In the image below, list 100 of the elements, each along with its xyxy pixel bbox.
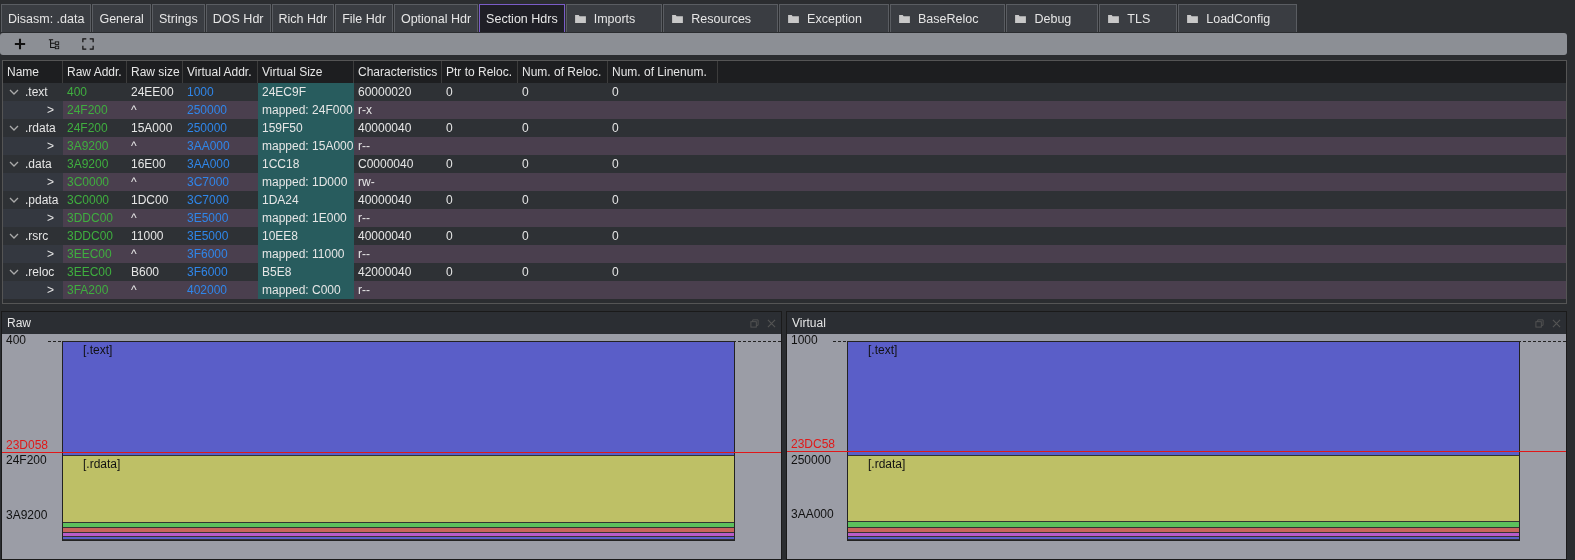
table-cell-text: .text [25,84,48,101]
section-block[interactable] [848,533,1519,537]
section-label: [.text] [868,343,898,357]
tab[interactable]: File Hdr [335,4,393,32]
table-cell: ^ [131,283,137,297]
table-cell: mapped: 1E000 [262,211,347,225]
table-cell: 402000 [187,283,228,297]
section-block[interactable] [63,523,734,528]
collapse-icon[interactable] [9,231,19,241]
table-cell: ^ [131,211,137,225]
table-cell: 40000040 [358,121,412,135]
collapse-icon[interactable] [9,267,19,277]
table-cell: 3E5000 [187,229,229,243]
cursor-offset-label: 23DC58 [791,438,836,452]
table-cell: > [47,175,54,189]
section-block[interactable]: [.text] [848,342,1519,456]
table-cell: 42000040 [358,265,412,279]
table-cell: 3E5000 [187,211,229,225]
table-cell: 400 [67,85,88,99]
table-cell: ^ [131,247,137,261]
collapse-icon[interactable] [9,87,19,97]
section-block[interactable]: [.rdata] [63,456,734,524]
folder-icon [899,14,910,23]
section-block[interactable]: [.text] [63,342,734,457]
table-cell: 0 [522,229,529,243]
collapse-icon[interactable] [9,159,19,169]
table-cell: 3DDC00 [67,211,114,225]
table-cell-text: .data [25,156,52,173]
offset-label: 250000 [791,453,832,467]
folder-icon [1108,14,1120,23]
table-cell: mapped: 24F000 [262,103,353,117]
tab[interactable]: TLS [1099,4,1178,32]
section-block[interactable] [63,536,734,540]
section-block[interactable] [63,533,734,537]
table-cell: rw- [358,175,375,189]
table-cell: r-- [358,211,370,225]
section-block[interactable] [848,522,1519,528]
table-cell: 1CC18 [262,157,300,171]
tab[interactable]: DOS Hdr [205,4,271,32]
table-cell: 3F6000 [187,265,228,279]
tab[interactable]: Disasm: .data [1,4,92,32]
tree-icon[interactable] [48,38,60,50]
tab[interactable]: LoadConfig [1178,4,1298,32]
offset-label: 3AA000 [791,508,834,522]
table-cell: > [47,103,54,117]
table-cell: 0 [612,229,619,243]
table-cell: 0 [522,193,529,207]
table-cell: ^ [131,175,137,189]
table-cell: 11000 [131,229,164,243]
tab[interactable]: Strings [151,4,205,32]
tab[interactable]: BaseReloc [890,4,1006,32]
table-cell: 3C7000 [187,193,230,207]
table-cell: 3C0000 [67,193,110,207]
table-cell: B600 [131,265,160,279]
expand-icon[interactable] [82,38,94,50]
offset-label: 3A9200 [6,509,48,523]
table-cell: 0 [612,193,619,207]
tab[interactable]: Rich Hdr [271,4,335,32]
table-cell: 3AA000 [187,139,230,153]
table-cell: 0 [612,157,619,171]
cursor-offset-label: 23D058 [6,438,49,452]
table-cell: 10EE8 [262,229,299,243]
tab[interactable]: Debug [1006,4,1099,32]
collapse-icon[interactable] [9,195,19,205]
offset-label: 24F200 [6,454,47,468]
collapse-icon[interactable] [9,123,19,133]
tab[interactable]: General [92,4,151,32]
section-block[interactable] [848,536,1519,540]
tab[interactable]: Imports [565,4,663,32]
panel-title: Virtual [792,316,826,330]
section-block[interactable]: [.rdata] [848,455,1519,523]
table-cell: 3EEC00 [67,265,112,279]
panel-title: Raw [7,316,31,330]
table-cell: C0000040 [358,157,414,171]
table-cell: 0 [612,121,619,135]
table-cell: r-- [358,283,370,297]
table-cell: 1DC00 [131,193,169,207]
section-label: [.text] [83,343,113,357]
table-cell: 24F200 [67,121,108,135]
table-cell: r-x [358,103,372,117]
tab[interactable]: Exception [779,4,889,32]
table-cell: > [47,139,54,153]
table-cell: 0 [522,157,529,171]
table-cell: 0 [446,193,453,207]
folder-icon [1187,14,1199,23]
offset-label: 1000 [791,334,818,347]
table-cell: 24EE00 [131,85,174,99]
tab[interactable]: Section Hdrs [479,4,565,32]
tab[interactable]: Resources [663,4,779,32]
table-cell: 24EC9F [262,85,307,99]
table-cell: 250000 [187,103,228,117]
table-cell: 3A9200 [67,139,109,153]
tab[interactable]: Optional Hdr [393,4,479,32]
table-cell: 250000 [187,121,228,135]
table-cell: B5E8 [262,265,292,279]
folder-icon [788,14,800,23]
table-cell: 3F6000 [187,247,228,261]
add-icon[interactable] [14,38,26,50]
folder-icon [1015,14,1027,23]
folder-icon [672,14,684,23]
